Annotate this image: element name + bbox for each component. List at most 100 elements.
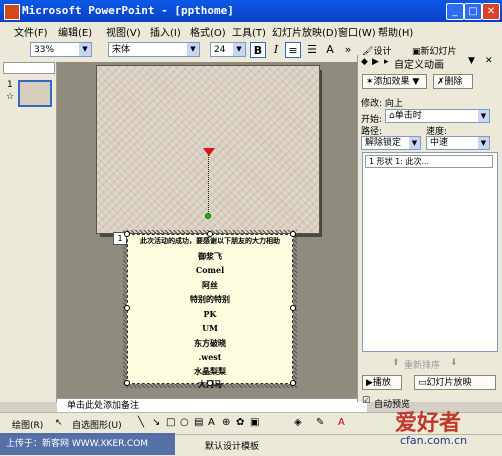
select-pointer-icon[interactable]: ↖ xyxy=(55,418,63,428)
start-value: 单击时 xyxy=(394,111,422,121)
slides-pane: 1 ☆ xyxy=(0,62,57,402)
oval-tool-icon[interactable]: ○ xyxy=(180,417,189,428)
move-down-icon[interactable]: ⬇ xyxy=(450,358,458,368)
chevron-down-icon: ▼ xyxy=(409,77,420,87)
clipart-tool-icon[interactable]: ✿ xyxy=(236,417,244,428)
menu-format[interactable]: 格式(O) xyxy=(190,24,226,39)
move-up-icon[interactable]: ⬆ xyxy=(392,358,400,368)
speed-select[interactable]: 中速 ▼ xyxy=(426,136,490,150)
start-select[interactable]: ⌂单击时 ▼ xyxy=(385,109,490,123)
motion-path-line xyxy=(208,148,209,216)
resize-handle[interactable] xyxy=(290,231,296,237)
textbox-line: 东方破晓 xyxy=(194,338,226,348)
path-value: 解除锁定 xyxy=(365,138,402,148)
textbox-line: 阿丝 xyxy=(202,280,218,290)
task-pane-title: 自定义动画 xyxy=(394,60,444,71)
italic-button[interactable]: I xyxy=(268,42,284,58)
chevron-down-icon: ▼ xyxy=(478,137,489,149)
align-center-icon[interactable]: ≡ xyxy=(285,42,301,58)
font-value: 宋体 xyxy=(112,45,131,55)
textbox-line: 水晶梨梨 xyxy=(194,366,226,376)
task-pane-close-icon[interactable]: ✕ xyxy=(485,56,493,66)
watermark-logo: 爱好者 xyxy=(395,410,462,436)
close-button[interactable]: ✕ xyxy=(482,3,500,20)
wordart-tool-icon[interactable]: A xyxy=(208,417,215,428)
font-grow-icon[interactable]: A xyxy=(322,42,338,58)
play-button[interactable]: ▶播放 xyxy=(362,375,402,390)
textbox-line: 特别的特别 xyxy=(190,294,230,304)
motion-path-start-icon[interactable] xyxy=(205,213,211,219)
powerpoint-app-icon[interactable] xyxy=(4,4,20,20)
slideshow-icon: ▭ xyxy=(418,378,427,388)
font-size-select[interactable]: 24 ▼ xyxy=(210,42,246,57)
chevron-down-icon: ▼ xyxy=(478,110,489,122)
slideshow-button[interactable]: ▭幻灯片放映 xyxy=(414,375,496,390)
textbox-tool-icon[interactable]: ▤ xyxy=(194,417,203,428)
bold-button[interactable]: B xyxy=(250,42,266,58)
play-label: 播放 xyxy=(372,378,391,388)
remove-label: 删除 xyxy=(444,77,463,87)
menu-tools[interactable]: 工具(T) xyxy=(232,24,266,39)
resize-handle[interactable] xyxy=(290,380,296,386)
draw-menu[interactable]: 绘图(R) xyxy=(12,418,43,431)
back-icon[interactable]: ◆ xyxy=(361,57,368,67)
resize-handle[interactable] xyxy=(290,305,296,311)
chevron-down-icon: ▼ xyxy=(79,43,91,56)
slide-thumbnail[interactable] xyxy=(18,80,52,107)
task-pane-dropdown-icon[interactable]: ▼ xyxy=(468,56,475,66)
maximize-button[interactable]: □ xyxy=(464,3,482,20)
menu-insert[interactable]: 插入(I) xyxy=(150,24,181,39)
menu-slideshow[interactable]: 幻灯片放映(D) xyxy=(272,24,338,39)
autoshapes-menu[interactable]: 自选图形(U) xyxy=(72,418,122,431)
menu-edit[interactable]: 编辑(E) xyxy=(58,24,92,39)
watermark-upload: 上传于：新客网 WWW.XKER.COM xyxy=(0,433,175,455)
textbox-line: UM xyxy=(202,323,218,333)
textbox-line: 御浆飞 xyxy=(198,251,222,261)
picture-tool-icon[interactable]: ▣ xyxy=(250,417,259,428)
resize-handle[interactable] xyxy=(124,380,130,386)
zoom-value: 33% xyxy=(34,45,55,55)
menu-file[interactable]: 文件(F) xyxy=(14,24,48,39)
reorder-label: 重新排序 xyxy=(404,361,441,371)
chevron-down-icon: ▼ xyxy=(233,43,245,56)
resize-handle[interactable] xyxy=(207,231,213,237)
zoom-select[interactable]: 33% ▼ xyxy=(30,42,92,57)
resize-handle[interactable] xyxy=(207,380,213,386)
textbox-line: Comel xyxy=(195,265,225,275)
textbox-line: 此次活动的成功，要感谢以下朋友的大力相助 xyxy=(140,236,280,245)
forward-icon[interactable]: ▶ xyxy=(372,57,379,67)
menu-bar: 文件(F) 编辑(E) 视图(V) 插入(I) 格式(O) 工具(T) 幻灯片放… xyxy=(0,22,502,41)
animation-list-item[interactable]: 1 形状 1: 此次... xyxy=(365,155,493,168)
star-icon: ☆ xyxy=(6,92,15,102)
bullets-icon[interactable]: ☰ xyxy=(304,42,320,58)
minimize-button[interactable]: _ xyxy=(446,3,464,20)
add-effect-label: 添加效果 xyxy=(373,77,410,87)
chevron-down-icon: ▼ xyxy=(409,137,420,149)
font-color-icon[interactable]: A xyxy=(338,417,345,428)
menu-help[interactable]: 帮助(H) xyxy=(378,24,413,39)
arrow-tool-icon[interactable]: ↘ xyxy=(152,417,160,428)
resize-handle[interactable] xyxy=(124,231,130,237)
rectangle-tool-icon[interactable]: □ xyxy=(166,417,175,428)
fill-color-icon[interactable]: ◈ xyxy=(294,417,302,428)
pane-tabs[interactable] xyxy=(3,62,55,74)
speed-value: 中速 xyxy=(430,138,449,148)
slide-number: 1 xyxy=(7,80,13,90)
menu-view[interactable]: 视图(V) xyxy=(106,24,141,39)
line-color-icon[interactable]: ✎ xyxy=(316,417,324,428)
diagram-tool-icon[interactable]: ⊕ xyxy=(222,417,230,428)
resize-handle[interactable] xyxy=(124,305,130,311)
notes-pane[interactable]: 单击此处添加备注 xyxy=(57,398,367,413)
modify-label: 修改: 向上 xyxy=(361,99,403,109)
remove-button[interactable]: ✗删除 xyxy=(433,74,473,89)
autopreview-checkbox[interactable]: ☑ xyxy=(362,396,370,406)
menu-window[interactable]: 窗口(W) xyxy=(338,24,376,39)
task-pane-menu-icon[interactable]: ▸ xyxy=(384,57,389,67)
line-tool-icon[interactable]: ╲ xyxy=(138,417,144,428)
font-select[interactable]: 宋体 ▼ xyxy=(108,42,200,57)
motion-path-end-arrow-icon[interactable] xyxy=(203,148,215,156)
animation-list[interactable] xyxy=(362,152,498,352)
add-effect-button[interactable]: ✶添加效果 ▼ xyxy=(362,74,427,89)
toolbar-options-icon[interactable]: » xyxy=(340,42,356,58)
path-select[interactable]: 解除锁定 ▼ xyxy=(361,136,421,150)
